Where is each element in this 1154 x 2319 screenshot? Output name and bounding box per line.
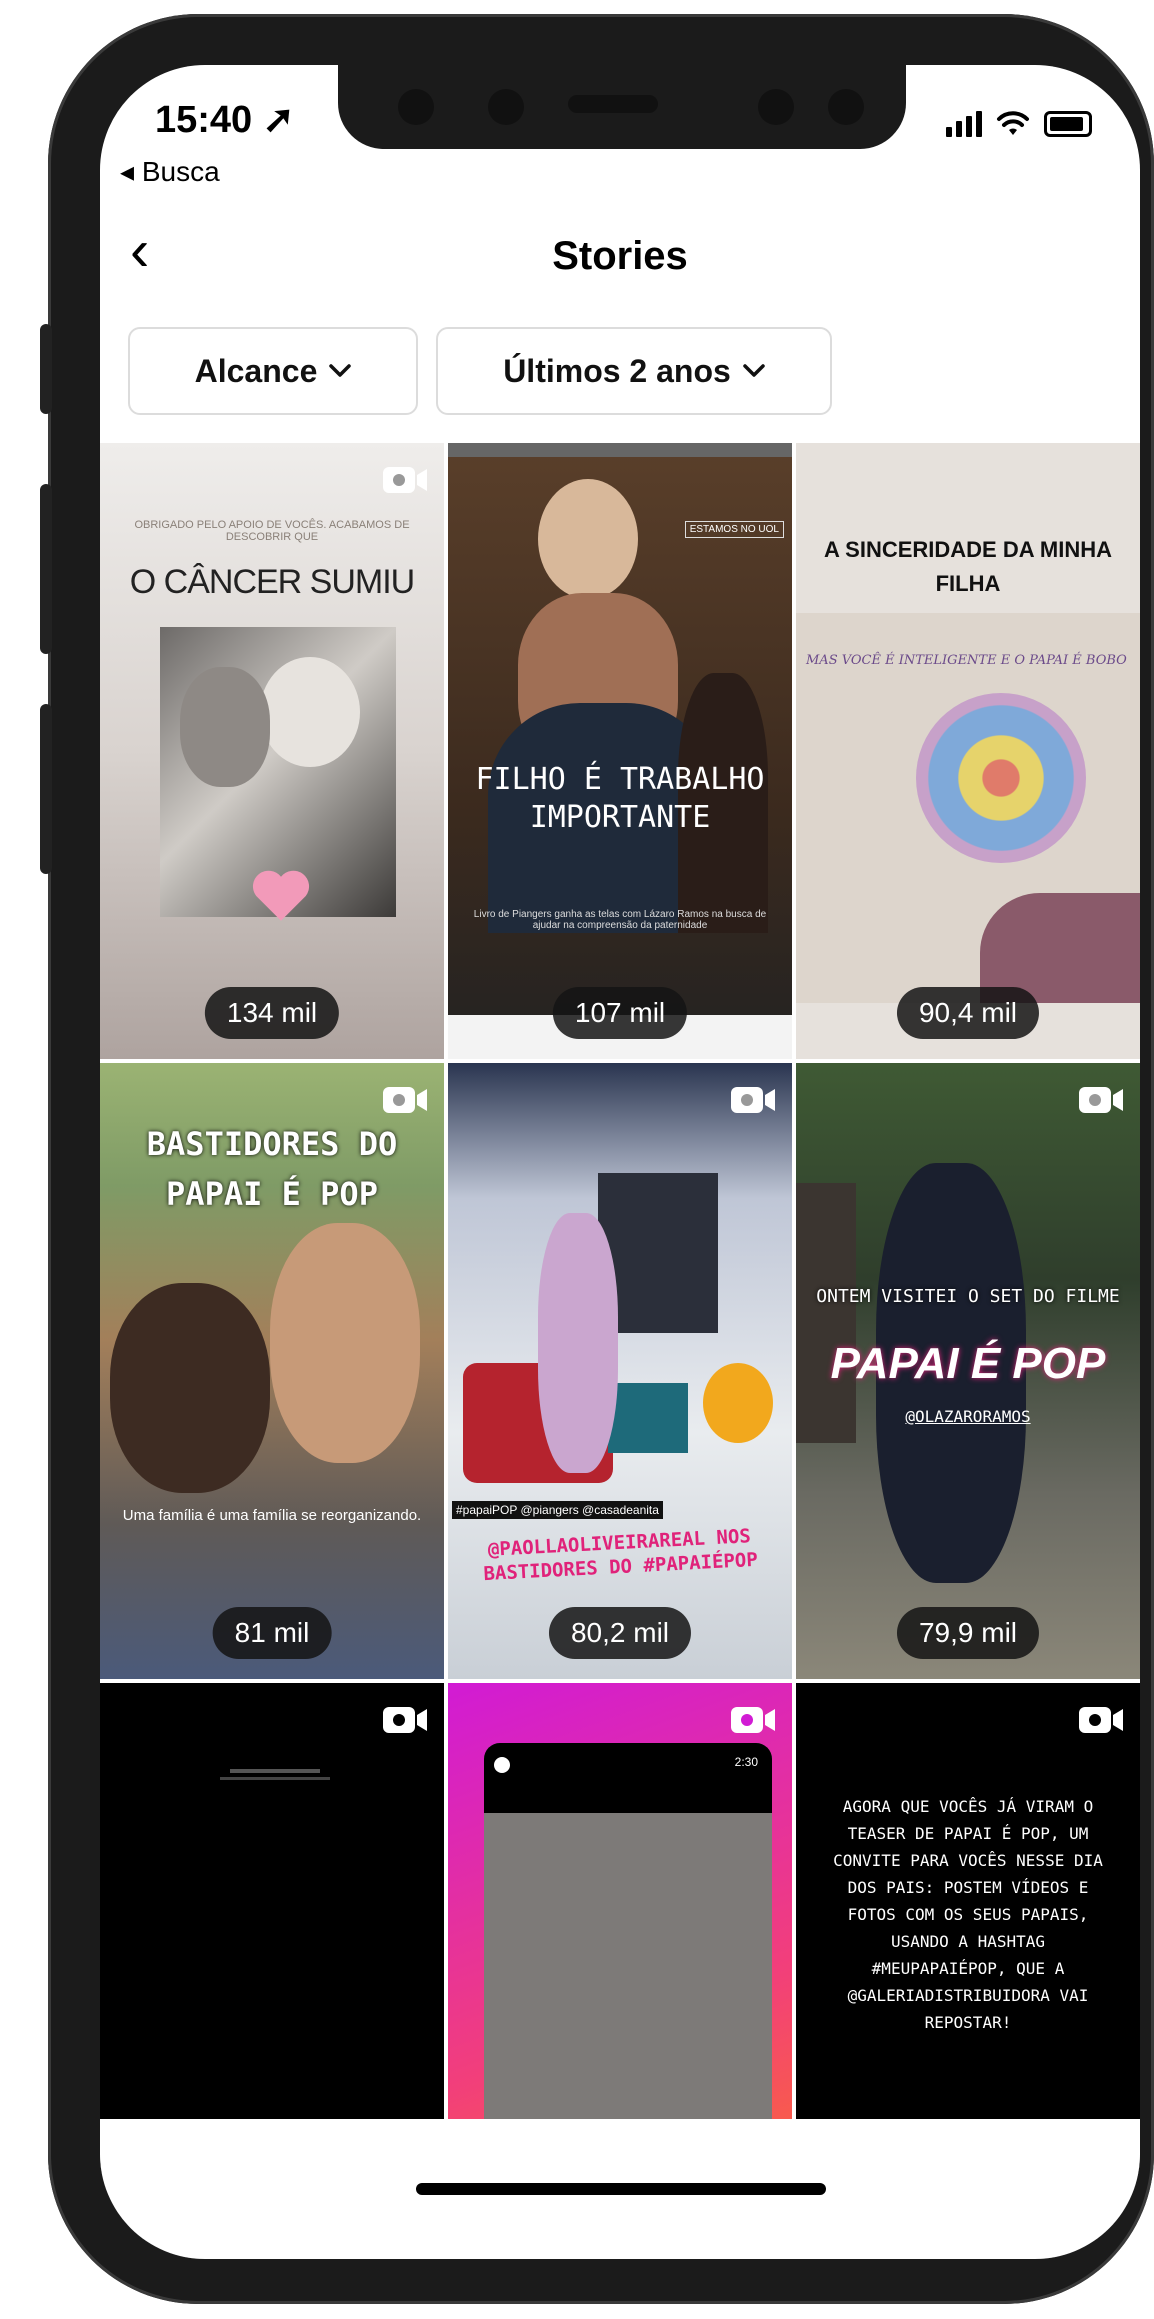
story-tile[interactable]: BASTIDORES DO PAPAI É POP Uma família é … — [100, 1063, 444, 1679]
story-caption-small: Uma família é uma família se reorganizan… — [122, 1507, 422, 1524]
child-figure — [538, 479, 638, 599]
video-camera-icon — [383, 1707, 427, 1733]
story-caption: PAPAI É POP — [830, 1339, 1106, 1388]
filter-metric-dropdown[interactable]: Alcance — [128, 327, 418, 415]
video-camera-icon — [731, 1707, 775, 1733]
reach-count: 134 mil — [204, 987, 340, 1039]
video-camera-icon — [731, 1087, 775, 1113]
chevron-down-icon — [329, 364, 352, 377]
story-caption: @PAOLLAOLIVEIRAREAL NOS BASTIDORES DO #P… — [482, 1525, 759, 1586]
story-caption: FILHO É TRABALHO IMPORTANTE — [475, 762, 765, 835]
story-caption: BASTIDORES DO PAPAI É POP — [146, 1125, 398, 1213]
story-tile[interactable]: OBRIGADO PELO APOIO DE VOCÊS. ACABAMOS D… — [100, 443, 444, 1059]
filter-period-dropdown[interactable]: Últimos 2 anos — [436, 327, 832, 415]
chevron-down-icon — [743, 364, 765, 377]
reach-count: 90,4 mil — [896, 987, 1040, 1039]
mute-switch — [40, 324, 52, 414]
video-camera-icon — [1079, 1087, 1123, 1113]
story-tile[interactable]: ONTEM VISITEI O SET DO FILME PAPAI É POP… — [796, 1063, 1140, 1679]
person-left — [110, 1283, 270, 1493]
heart-icon — [252, 870, 310, 921]
filter-label: Últimos 2 anos — [503, 352, 731, 389]
timer: 2:30 — [734, 1755, 758, 1769]
person-right — [270, 1223, 420, 1463]
video-camera-icon — [383, 1087, 427, 1113]
story-caption: AGORA QUE VOCÊS JÁ VIRAM O TEASER DE PAP… — [833, 1797, 1103, 2032]
pregnant-woman — [538, 1213, 618, 1473]
page-title: Stories — [552, 234, 688, 278]
signal-icon — [946, 111, 982, 137]
story-caption-small: Livro de Piangers ganha as telas com Láz… — [473, 909, 767, 931]
story-tag: ESTAMOS NO UOL — [684, 521, 784, 538]
reach-count: 81 mil — [212, 1607, 332, 1659]
phone-screen: 15:40 ➚ ◂ Busca ‹ Stories Alcance Último… — [100, 65, 1140, 2259]
volume-up-button — [40, 484, 52, 654]
filter-label: Alcance — [194, 352, 318, 389]
sticker — [703, 1363, 773, 1443]
back-to-app-link[interactable]: ◂ Busca — [120, 155, 220, 188]
video-camera-icon — [383, 467, 427, 493]
story-tile[interactable]: A SINCERIDADE DA MINHA FILHA MAS VOCÊ É … — [796, 443, 1140, 1059]
story-tag: #papaiPOP @piangers @casadeanita — [452, 1501, 663, 1519]
reach-count: 80,2 mil — [548, 1607, 692, 1659]
drawing-circle — [916, 693, 1086, 863]
stories-grid: OBRIGADO PELO APOIO DE VOCÊS. ACABAMOS D… — [100, 443, 1140, 2259]
video-camera-icon — [1079, 1707, 1123, 1733]
story-tag: @OLAZARORAMOS — [905, 1407, 1031, 1426]
status-icons — [946, 111, 1092, 137]
story-tile[interactable]: #papaiPOP @piangers @casadeanita @PAOLLA… — [448, 1063, 792, 1679]
home-indicator[interactable] — [416, 2183, 826, 2195]
wifi-icon — [997, 111, 1029, 135]
battery-icon — [1044, 111, 1092, 137]
story-caption-small: OBRIGADO PELO APOIO DE VOCÊS. ACABAMOS D… — [134, 519, 410, 543]
story-tile[interactable]: ESTAMOS NO UOL FILHO É TRABALHO IMPORTAN… — [448, 443, 792, 1059]
notch — [338, 65, 906, 149]
top-bar: ‹ Stories — [100, 210, 1140, 300]
status-time: 15:40 ➚ — [155, 99, 295, 141]
drawing-note: MAS VOCÊ É INTELIGENTE E O PAPAI É BOBO — [806, 653, 1127, 668]
story-caption-small: ONTEM VISITEI O SET DO FILME — [816, 1286, 1120, 1307]
story-caption: O CÂNCER SUMIU — [129, 563, 415, 601]
drawing-paper: MAS VOCÊ É INTELIGENTE E O PAPAI É BOBO — [796, 613, 1140, 1003]
story-caption: A SINCERIDADE DA MINHA FILHA — [823, 537, 1113, 596]
reach-count: 107 mil — [552, 987, 688, 1039]
reach-count: 79,9 mil — [896, 1607, 1040, 1659]
volume-down-button — [40, 704, 52, 874]
